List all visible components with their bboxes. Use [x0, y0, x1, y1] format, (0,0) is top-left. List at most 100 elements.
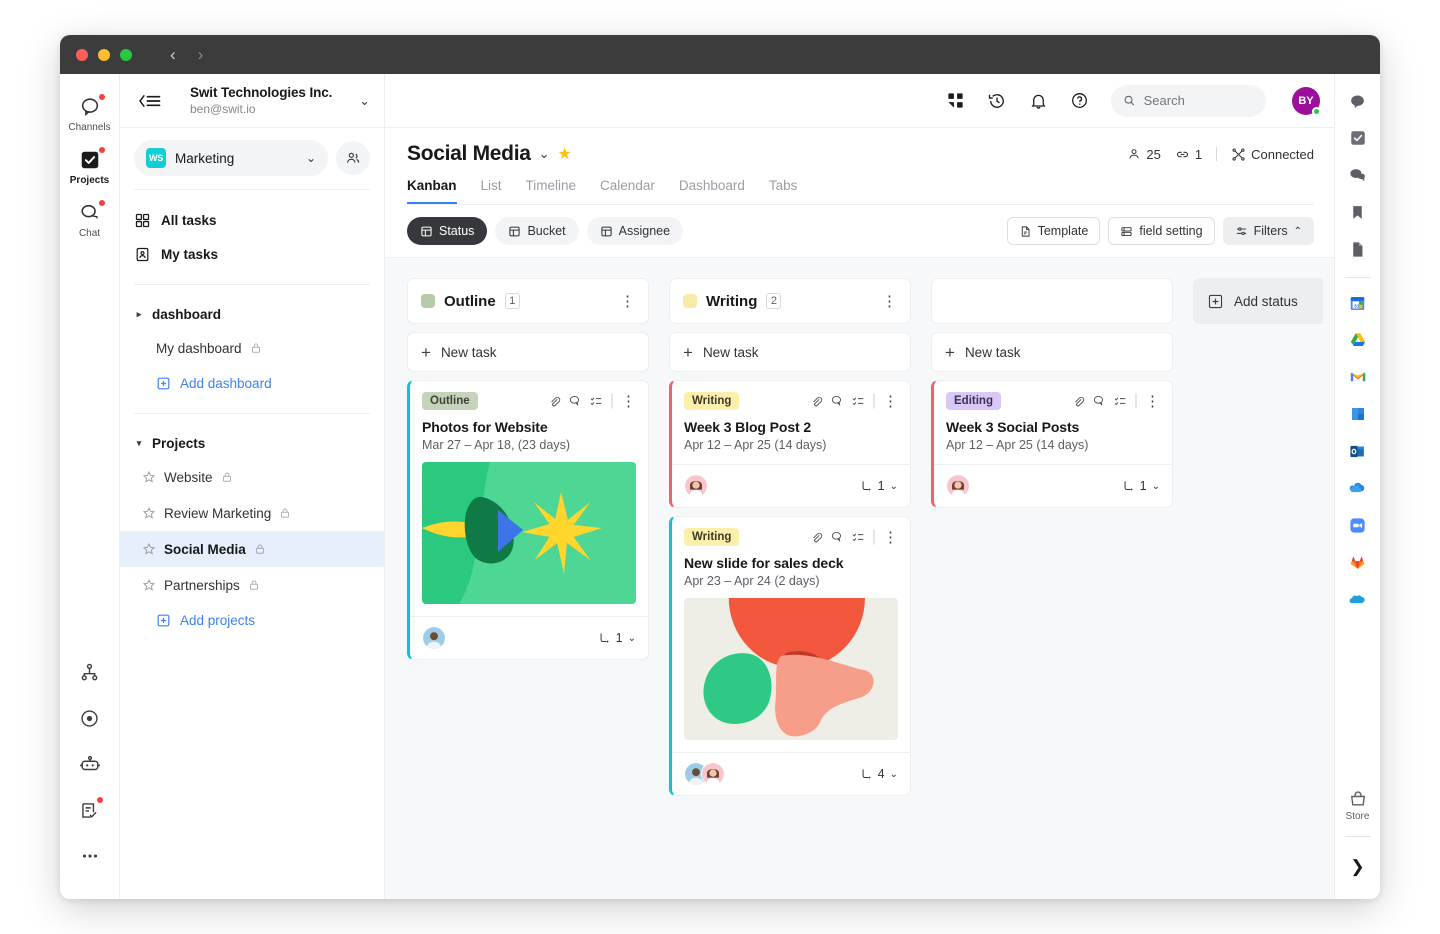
tab-kanban[interactable]: Kanban: [407, 178, 457, 204]
attachment-icon[interactable]: [810, 531, 823, 544]
column-menu-button[interactable]: ⋮: [620, 294, 635, 309]
subtask-count[interactable]: 4 ⌄: [859, 767, 898, 781]
assignee-avatars[interactable]: [422, 626, 446, 650]
subtask-count[interactable]: 1 ⌄: [1121, 479, 1160, 493]
rail-item-org-chart[interactable]: [77, 659, 103, 685]
sidebar-section-dashboard[interactable]: ▸ dashboard: [134, 298, 370, 330]
right-rail-salesforce-button[interactable]: [1343, 584, 1373, 614]
workspace-members-button[interactable]: [336, 141, 370, 175]
subtask-count[interactable]: 1 ⌄: [859, 479, 898, 493]
tab-list[interactable]: List: [481, 178, 502, 204]
rail-item-approvals[interactable]: [77, 797, 103, 823]
right-rail-gitlab-button[interactable]: [1343, 547, 1373, 577]
sidebar-item-social-media[interactable]: Social Media: [120, 531, 384, 567]
right-rail-outlook-button[interactable]: [1343, 436, 1373, 466]
star-outline-icon[interactable]: [142, 470, 156, 484]
user-avatar[interactable]: BY: [1292, 86, 1321, 116]
template-button[interactable]: Template: [1006, 217, 1101, 245]
new-task-button[interactable]: + New task: [931, 332, 1173, 372]
chevron-down-icon[interactable]: ⌄: [890, 769, 898, 780]
chevron-down-icon[interactable]: ⌄: [1152, 481, 1160, 492]
sidebar-section-projects[interactable]: ▾ Projects: [134, 427, 370, 459]
tab-tabs[interactable]: Tabs: [769, 178, 798, 204]
right-rail-google-drive-button[interactable]: [1343, 325, 1373, 355]
comment-icon[interactable]: [1092, 394, 1106, 408]
window-close-button[interactable]: [76, 48, 88, 61]
card-menu-button[interactable]: ⋮: [621, 394, 636, 409]
add-status-button[interactable]: Add status: [1193, 278, 1323, 324]
task-card[interactable]: Writing | ⋮ New slide for sales deck Apr…: [669, 516, 911, 796]
tab-dashboard[interactable]: Dashboard: [679, 178, 745, 204]
sidebar-item-review-marketing[interactable]: Review Marketing: [120, 495, 384, 531]
filters-button[interactable]: Filters ⌃: [1222, 217, 1314, 245]
right-rail-chat-double-button[interactable]: [1343, 160, 1373, 190]
field-setting-button[interactable]: field setting: [1108, 217, 1215, 245]
comment-icon[interactable]: [830, 394, 844, 408]
right-rail-onenote-button[interactable]: [1343, 399, 1373, 429]
assignee-avatars[interactable]: [684, 474, 708, 498]
group-by-bucket-chip[interactable]: Bucket: [495, 217, 579, 245]
sidebar-item-all-tasks[interactable]: All tasks: [134, 203, 370, 237]
sidebar-item-my-tasks[interactable]: My tasks: [134, 237, 370, 271]
right-rail-document-button[interactable]: [1343, 234, 1373, 264]
sidebar-item-my-dashboard[interactable]: My dashboard: [120, 330, 384, 366]
rail-item-chat[interactable]: Chat: [62, 192, 118, 245]
new-task-button[interactable]: + New task: [669, 332, 911, 372]
comment-icon[interactable]: [568, 394, 582, 408]
rail-item-channels[interactable]: Channels: [62, 86, 118, 139]
nav-forward-button[interactable]: ›: [198, 46, 204, 63]
right-rail-google-calendar-button[interactable]: 31: [1343, 288, 1373, 318]
task-card[interactable]: Writing | ⋮ Week 3 Blog Post 2 Apr 12 – …: [669, 380, 911, 508]
attachment-icon[interactable]: [548, 395, 561, 408]
card-menu-button[interactable]: ⋮: [883, 394, 898, 409]
chevron-down-icon[interactable]: ⌄: [890, 481, 898, 492]
subtask-count[interactable]: 1 ⌄: [597, 631, 636, 645]
assignee-avatars[interactable]: [946, 474, 970, 498]
right-rail-bookmark-button[interactable]: [1343, 197, 1373, 227]
add-projects-button[interactable]: Add projects: [134, 603, 370, 637]
chevron-down-icon[interactable]: ⌄: [628, 633, 636, 644]
rail-item-projects[interactable]: Projects: [62, 139, 118, 192]
tab-calendar[interactable]: Calendar: [600, 178, 655, 204]
checklist-icon[interactable]: [851, 394, 865, 408]
group-by-assignee-chip[interactable]: Assignee: [586, 217, 684, 245]
tab-timeline[interactable]: Timeline: [526, 178, 577, 204]
store-button[interactable]: [1343, 789, 1373, 809]
right-rail-onedrive-button[interactable]: [1343, 473, 1373, 503]
column-menu-button[interactable]: ⋮: [882, 294, 897, 309]
window-maximize-button[interactable]: [120, 48, 132, 61]
rail-item-more[interactable]: [77, 843, 103, 869]
right-rail-zoom-button[interactable]: [1343, 510, 1373, 540]
task-card[interactable]: Editing | ⋮ Week 3 Social Posts Apr 12 –…: [931, 380, 1173, 508]
search-box[interactable]: [1111, 84, 1266, 117]
checklist-icon[interactable]: [851, 530, 865, 544]
checklist-icon[interactable]: [589, 394, 603, 408]
sidebar-item-partnerships[interactable]: Partnerships: [120, 567, 384, 603]
rail-item-bot[interactable]: [77, 751, 103, 777]
group-by-status-chip[interactable]: Status: [407, 217, 488, 245]
new-task-button[interactable]: + New task: [407, 332, 649, 372]
notifications-button[interactable]: [1029, 91, 1048, 110]
metric-connected[interactable]: Connected: [1231, 147, 1314, 162]
workspace-switcher-chevron[interactable]: ⌄: [359, 93, 370, 109]
sidebar-item-website[interactable]: Website: [120, 459, 384, 495]
help-button[interactable]: [1070, 91, 1089, 110]
project-menu-chevron[interactable]: ⌄: [539, 146, 550, 162]
right-rail-expand-button[interactable]: ❯: [1350, 857, 1364, 877]
checklist-icon[interactable]: [1113, 394, 1127, 408]
window-minimize-button[interactable]: [98, 48, 110, 61]
add-dashboard-button[interactable]: Add dashboard: [134, 366, 370, 400]
rail-item-goals[interactable]: [77, 705, 103, 731]
assignee-avatars[interactable]: [684, 762, 725, 786]
apps-grid-button[interactable]: [946, 91, 965, 110]
star-outline-icon[interactable]: [142, 506, 156, 520]
right-rail-gmail-button[interactable]: [1343, 362, 1373, 392]
attachment-icon[interactable]: [1072, 395, 1085, 408]
favorite-star-icon[interactable]: ★: [558, 144, 572, 164]
card-menu-button[interactable]: ⋮: [1145, 394, 1160, 409]
star-outline-icon[interactable]: [142, 578, 156, 592]
attachment-icon[interactable]: [810, 395, 823, 408]
search-input[interactable]: [1143, 93, 1254, 108]
star-outline-icon[interactable]: [142, 542, 156, 556]
card-menu-button[interactable]: ⋮: [883, 530, 898, 545]
